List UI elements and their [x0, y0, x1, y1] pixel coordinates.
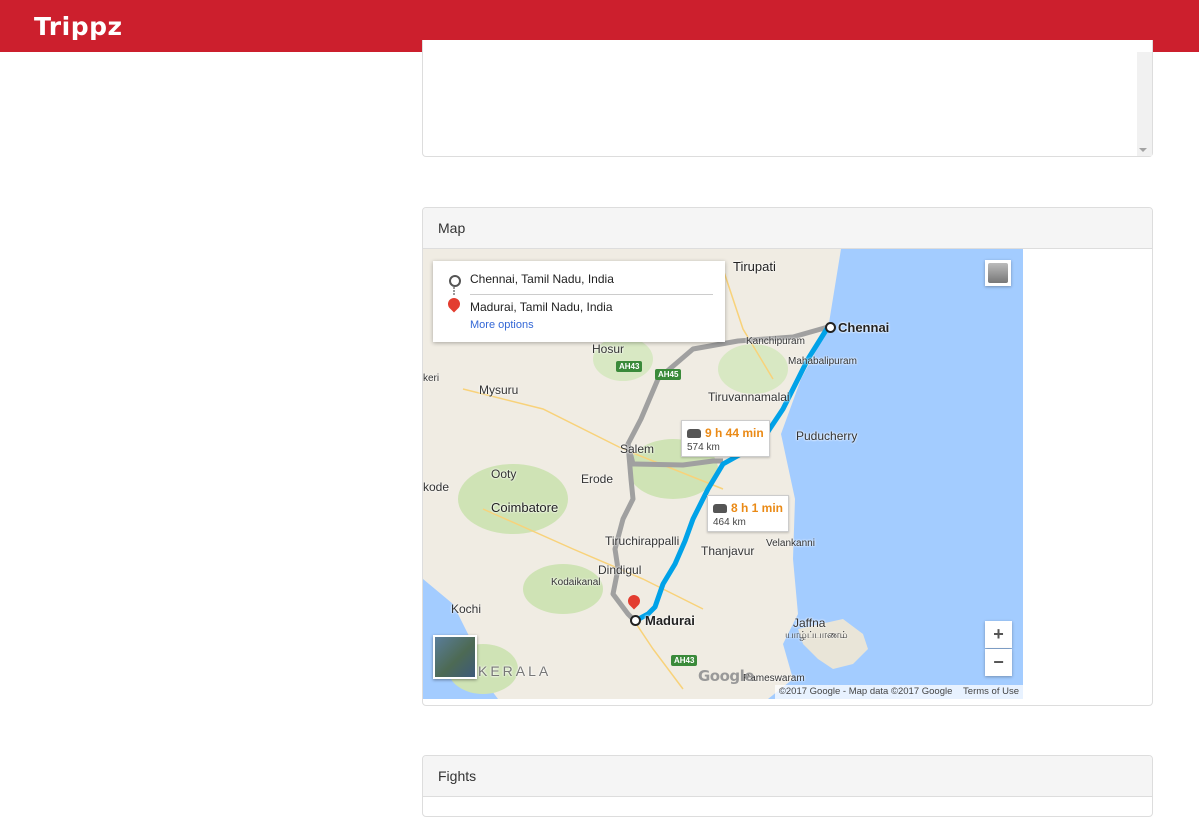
route-time: 9 h 44 min [705, 426, 764, 440]
map-label-velankanni: Velankanni [766, 538, 815, 549]
map-label-jaffna-tamil: யாழ்ப்பாணம் [785, 630, 848, 641]
forest-patch [523, 564, 603, 614]
map-label-kochi: Kochi [451, 602, 482, 616]
google-logo: Google [698, 667, 754, 685]
highway-shield-ah45: AH45 [655, 369, 682, 380]
attribution-text: ©2017 Google - Map data ©2017 Google [778, 686, 953, 697]
map-label-tirupati: Tirupati [733, 259, 776, 274]
road [632, 618, 684, 690]
car-icon [713, 504, 727, 513]
textarea-scrollbar[interactable] [1137, 52, 1152, 156]
directions-card: Chennai, Tamil Nadu, India Madurai, Tami… [433, 261, 725, 342]
street-view-button[interactable] [985, 260, 1011, 286]
scroll-down-arrow-icon[interactable] [1139, 148, 1147, 152]
map-label-tiruchirappalli: Tiruchirappalli [605, 534, 680, 548]
map-label-mahabalipuram: Mahabalipuram [788, 356, 857, 367]
origin-text[interactable]: Chennai, Tamil Nadu, India [470, 272, 614, 286]
route-distance: 574 km [687, 442, 720, 453]
pegman-icon [988, 263, 1008, 283]
highway-shield-ah43-south: AH43 [671, 655, 698, 666]
more-options-link[interactable]: More options [470, 319, 534, 331]
map-label-chennai: Chennai [838, 320, 890, 335]
divider [470, 294, 713, 295]
highway-shield-ah43-north: AH43 [616, 361, 643, 372]
map-label-jaffna: Jaffna [793, 616, 826, 630]
destination-marker-icon[interactable] [630, 615, 641, 626]
map-label-hosur: Hosur [592, 342, 625, 356]
map-label-tiruvannamalai: Tiruvannamalai [708, 390, 790, 404]
route-label-alt[interactable]: 9 h 44 min 574 km [681, 420, 770, 457]
map-label-salem: Salem [620, 442, 655, 456]
map-label-keri: keri [423, 373, 440, 384]
map-label-coimbatore: Coimbatore [491, 500, 559, 515]
brand-logo[interactable]: Trippz [34, 12, 123, 41]
map-panel-title: Map [423, 208, 1152, 249]
route-label-primary[interactable]: 8 h 1 min 464 km [707, 495, 790, 532]
route-time: 8 h 1 min [731, 501, 784, 515]
map-label-kozhikode: kode [423, 480, 450, 494]
map-label-thanjavur: Thanjavur [701, 544, 755, 558]
origin-circle-icon [449, 275, 461, 287]
map-label-mysuru: Mysuru [479, 383, 519, 397]
map-label-ooty: Ooty [491, 467, 517, 481]
destination-text[interactable]: Madurai, Tamil Nadu, India [470, 300, 613, 314]
route-dots-icon [453, 287, 457, 295]
map-label-kerala: KERALA [478, 663, 552, 679]
map-label-madurai: Madurai [645, 613, 695, 628]
forest-patch [718, 344, 788, 394]
map-label-kanchipuram: Kanchipuram [746, 336, 805, 347]
zoom-out-button[interactable]: − [985, 649, 1012, 676]
route-distance: 464 km [713, 517, 746, 528]
satellite-toggle-button[interactable] [433, 635, 477, 679]
map-label-erode: Erode [581, 472, 614, 486]
description-textarea[interactable] [422, 40, 1153, 157]
route-map[interactable]: Chennai, Tamil Nadu, India Madurai, Tami… [423, 249, 1023, 699]
map-label-dindigul: Dindigul [598, 563, 642, 577]
map-label-kodaikanal: Kodaikanal [551, 577, 601, 588]
fights-panel-title: Fights [423, 756, 1152, 797]
map-attribution: ©2017 Google - Map data ©2017 Google Ter… [774, 685, 1023, 699]
destination-pin-icon [445, 295, 463, 313]
terms-link[interactable]: Terms of Use [963, 686, 1019, 697]
map-label-puducherry: Puducherry [796, 429, 858, 443]
car-icon [687, 429, 701, 438]
zoom-in-button[interactable]: + [985, 621, 1012, 648]
origin-marker-icon[interactable] [825, 322, 836, 333]
map-panel: Map Chennai, Tamil Nadu, India Madurai, … [422, 207, 1153, 706]
